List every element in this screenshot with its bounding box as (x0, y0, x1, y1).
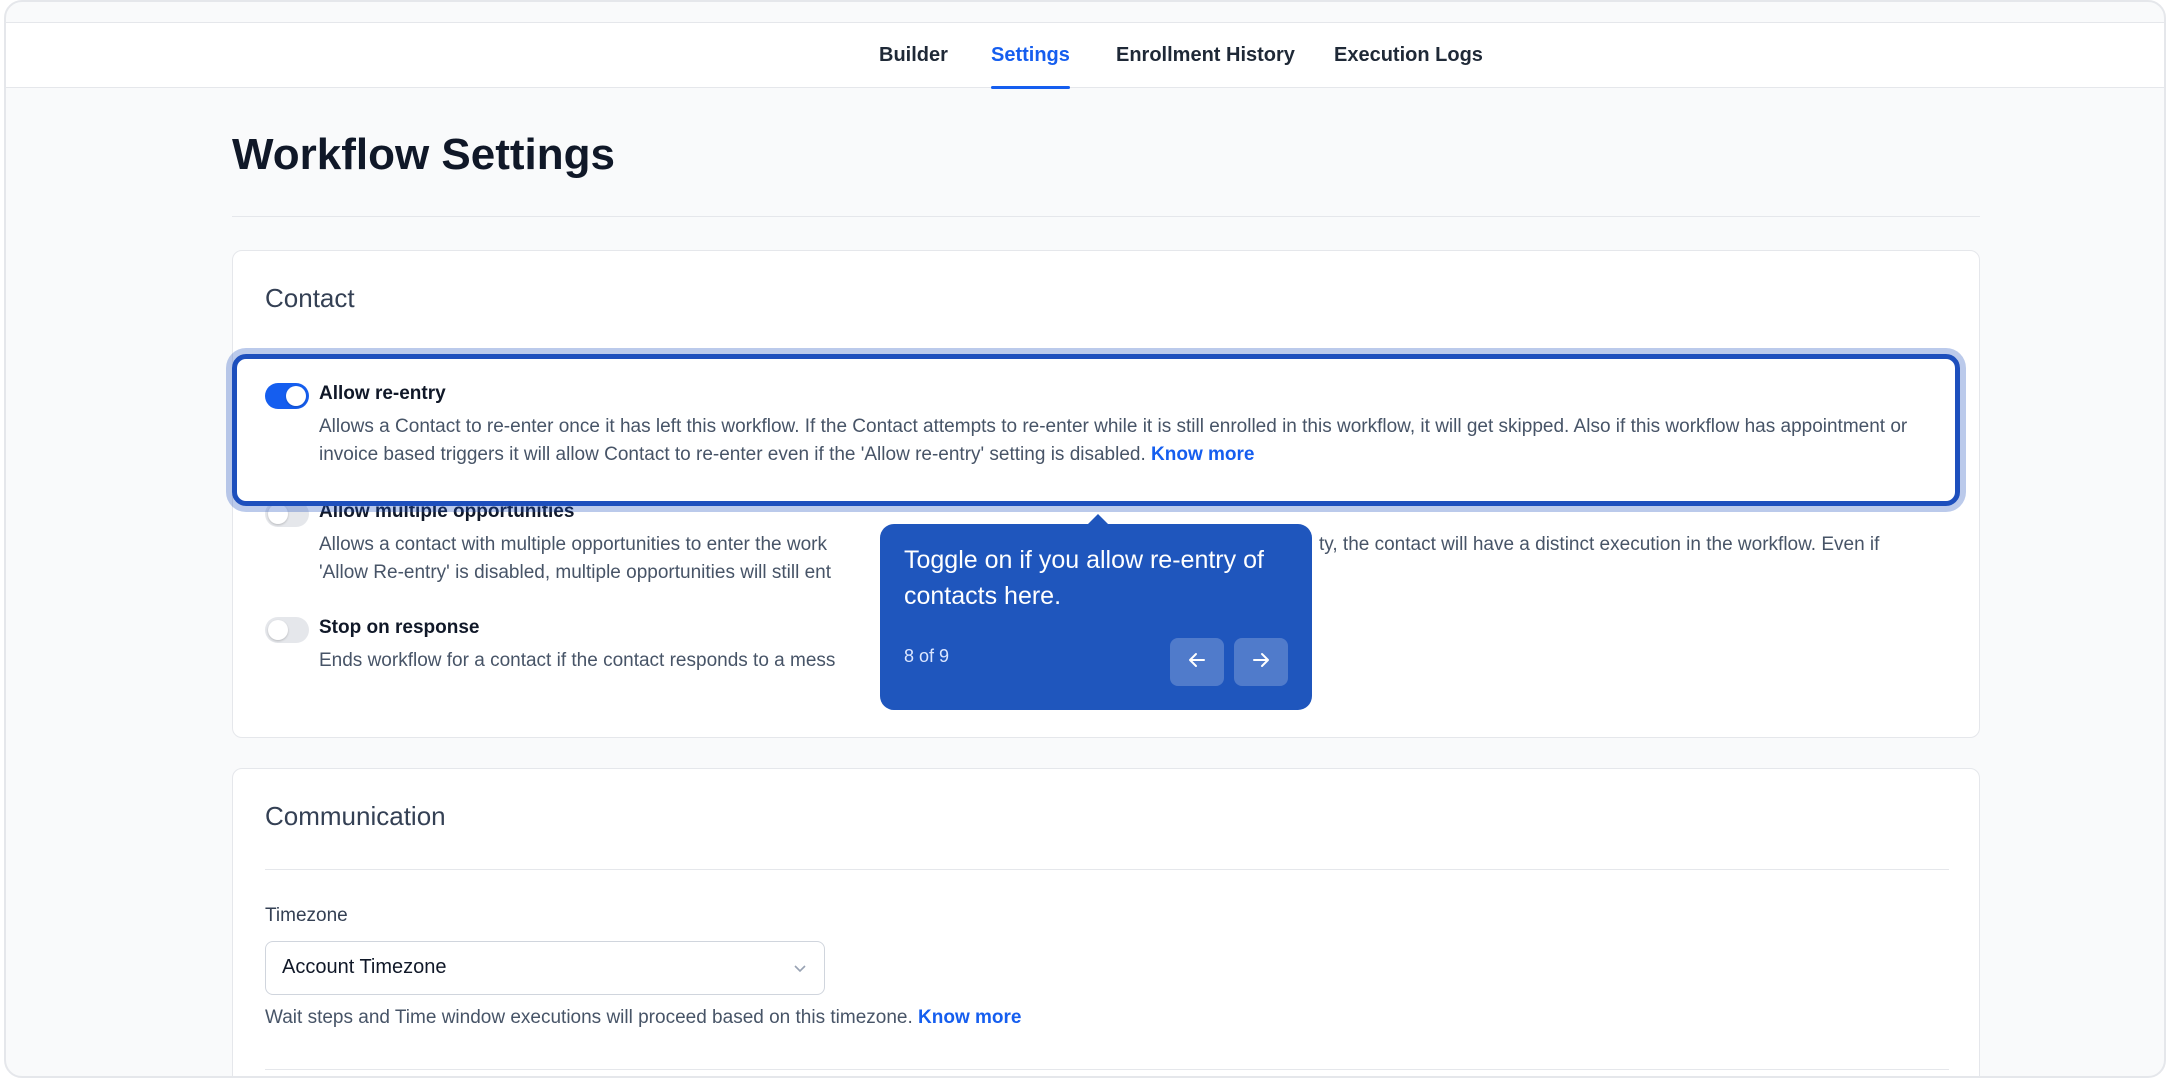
timezone-help-text-body: Wait steps and Time window executions wi… (265, 1007, 913, 1028)
setting-allow-reentry: Allow re-entry Allows a Contact to re-en… (265, 381, 1949, 471)
timezone-select[interactable]: Account Timezone (265, 941, 825, 995)
tooltip-previous-button[interactable] (1170, 638, 1224, 686)
arrow-left-icon (1186, 649, 1208, 676)
app-window: Builder Settings Enrollment History Exec… (4, 0, 2166, 1078)
section-divider (265, 1069, 1949, 1070)
top-nav: Builder Settings Enrollment History Exec… (6, 22, 2164, 89)
tooltip-next-button[interactable] (1234, 638, 1288, 686)
allow-reentry-label: Allow re-entry (319, 383, 446, 404)
tab-settings[interactable]: Settings (991, 23, 1070, 89)
allow-multiple-opportunities-label: Allow multiple opportunities (319, 501, 575, 522)
allow-reentry-description: Allows a Contact to re-enter once it has… (319, 413, 1949, 469)
timezone-label: Timezone (265, 905, 348, 926)
tooltip-text: Toggle on if you allow re-entry of conta… (904, 546, 1264, 610)
allow-reentry-know-more-link[interactable]: Know more (1151, 444, 1254, 465)
chevron-down-icon (792, 960, 808, 981)
tab-execution-logs[interactable]: Execution Logs (1334, 23, 1483, 89)
title-divider (232, 216, 1980, 217)
section-divider (265, 869, 1949, 870)
communication-card: Communication Timezone Account Timezone … (232, 768, 1980, 1076)
stop-on-response-label: Stop on response (319, 617, 480, 638)
tooltip-step-counter: 8 of 9 (904, 646, 950, 666)
stop-on-response-toggle[interactable] (265, 617, 309, 643)
toggle-knob (286, 386, 306, 406)
timezone-help-text: Wait steps and Time window executions wi… (265, 1007, 1021, 1029)
tab-builder[interactable]: Builder (879, 23, 948, 89)
timezone-select-value: Account Timezone (282, 956, 447, 978)
timezone-know-more-link[interactable]: Know more (918, 1007, 1021, 1028)
toggle-knob (268, 620, 288, 640)
description-line-end: ty, the contact will have a distinct exe… (1319, 534, 1880, 555)
onboarding-tooltip: Toggle on if you allow re-entry of conta… (880, 514, 1312, 710)
tab-bar: Builder Settings Enrollment History Exec… (6, 23, 2164, 89)
arrow-right-icon (1250, 649, 1272, 676)
allow-multiple-opportunities-toggle[interactable] (265, 501, 309, 527)
contact-section-title: Contact (265, 283, 355, 313)
page-title: Workflow Settings (232, 130, 615, 179)
communication-section-title: Communication (265, 801, 446, 831)
tab-enrollment-history[interactable]: Enrollment History (1116, 23, 1295, 89)
allow-reentry-description-text: Allows a Contact to re-enter once it has… (319, 416, 1908, 465)
allow-reentry-toggle[interactable] (265, 383, 309, 409)
description-line-start: Allows a contact with multiple opportuni… (319, 534, 827, 555)
toggle-knob (268, 504, 288, 524)
